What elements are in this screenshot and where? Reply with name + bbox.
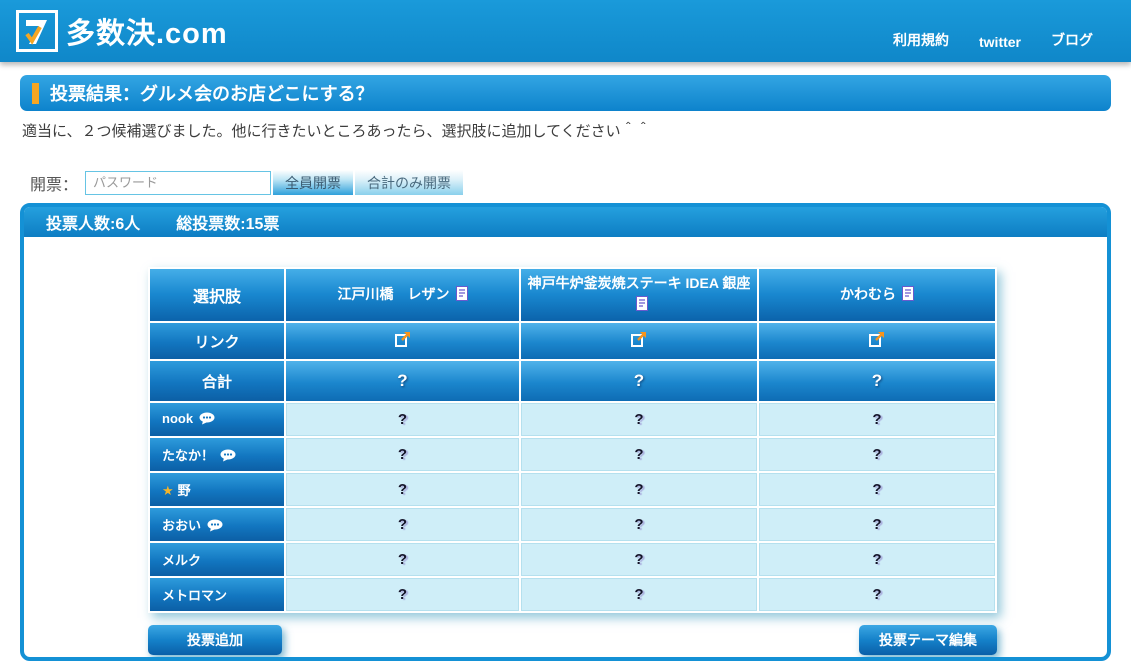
voter-row: おおい ? ? ?	[150, 508, 995, 541]
voter-name-cell: メルク	[150, 543, 284, 576]
comment-bubble-icon[interactable]	[220, 450, 237, 465]
memo-icon[interactable]	[456, 288, 468, 304]
open-total-only-button[interactable]: 合計のみ開票	[355, 170, 463, 195]
comment-bubble-icon[interactable]	[207, 520, 224, 535]
choices-corner-header: 選択肢	[150, 269, 284, 321]
voter-name-cell: メトロマン	[150, 578, 284, 611]
vote-value: ?	[398, 551, 407, 568]
voter-name-cell: nook	[150, 403, 284, 436]
vote-value: ?	[872, 516, 881, 533]
title-accent-bar	[32, 83, 39, 104]
logo-check-icon	[16, 10, 58, 52]
site-logo[interactable]: 多数決.com	[0, 0, 228, 62]
vote-value: ?	[872, 446, 881, 463]
total-value: ?	[397, 371, 407, 390]
external-link-icon[interactable]	[394, 330, 412, 353]
panel-header: 投票人数:6人 総投票数:15票	[24, 207, 1107, 237]
vote-value: ?	[398, 586, 407, 603]
nav-twitter-link[interactable]: twitter	[979, 34, 1021, 50]
total-votes: 総投票数:15票	[176, 210, 279, 234]
password-input[interactable]	[85, 171, 271, 195]
vote-value: ?	[634, 516, 643, 533]
vote-value: ?	[634, 551, 643, 568]
site-title: 多数決.com	[66, 10, 228, 52]
external-link-icon[interactable]	[868, 330, 886, 353]
choice-header-2: 神戸牛炉釜炭焼ステーキ IDEA 銀座	[521, 269, 757, 321]
choice-header-3: かわむら	[759, 269, 995, 321]
memo-icon[interactable]	[902, 288, 914, 304]
voter-row: メルク ? ? ?	[150, 543, 995, 576]
edit-theme-button[interactable]: 投票テーマ編集	[859, 625, 997, 655]
memo-icon[interactable]	[636, 298, 648, 314]
vote-value: ?	[634, 446, 643, 463]
page-title-bar: 投票結果：グルメ会のお店どこにする？	[20, 75, 1111, 111]
poll-description: 適当に、２つ候補選びました。他に行きたいところあったら、選択肢に追加してください…	[22, 120, 1131, 141]
results-panel: 投票人数:6人 総投票数:15票 選択肢 江戸川橋 レザン 神戸牛炉釜炭焼ステー…	[20, 203, 1111, 661]
voter-row: ★野 ? ? ?	[150, 473, 995, 506]
vote-value: ?	[398, 516, 407, 533]
voter-row: たなか！ ? ? ?	[150, 438, 995, 471]
vote-value: ?	[398, 411, 407, 428]
actions-row: 投票追加 投票テーマ編集	[148, 625, 997, 655]
table-header-row: 選択肢 江戸川橋 レザン 神戸牛炉釜炭焼ステーキ IDEA 銀座 かわむら	[150, 269, 995, 321]
open-votes-row: 開票： 全員開票 合計のみ開票	[30, 170, 1131, 195]
vote-value: ?	[872, 586, 881, 603]
link-row-header: リンク	[150, 323, 284, 359]
total-row-header: 合計	[150, 361, 284, 401]
add-vote-button[interactable]: 投票追加	[148, 625, 282, 655]
vote-value: ?	[398, 446, 407, 463]
voter-row: メトロマン ? ? ?	[150, 578, 995, 611]
page-title: 投票結果：グルメ会のお店どこにする？	[50, 80, 374, 106]
top-header-bar: 多数決.com 利用規約 twitter ブログ	[0, 0, 1131, 62]
voters-count: 投票人数:6人	[46, 210, 140, 234]
open-all-button[interactable]: 全員開票	[273, 170, 353, 195]
total-value: ?	[634, 371, 644, 390]
vote-value: ?	[872, 481, 881, 498]
total-row: 合計 ? ? ?	[150, 361, 995, 401]
vote-value: ?	[634, 411, 643, 428]
voter-name-cell: たなか！	[150, 438, 284, 471]
nav-blog-link[interactable]: ブログ	[1051, 30, 1093, 50]
choice-header-1: 江戸川橋 レザン	[286, 269, 519, 321]
vote-value: ?	[634, 481, 643, 498]
voter-row: nook ? ? ?	[150, 403, 995, 436]
total-value: ?	[872, 371, 882, 390]
external-link-icon[interactable]	[630, 330, 648, 353]
vote-value: ?	[634, 586, 643, 603]
results-table: 選択肢 江戸川橋 レザン 神戸牛炉釜炭焼ステーキ IDEA 銀座 かわむら リン…	[148, 267, 997, 613]
voter-name-cell: おおい	[150, 508, 284, 541]
vote-value: ?	[398, 481, 407, 498]
nav-terms-link[interactable]: 利用規約	[893, 30, 949, 50]
link-row: リンク	[150, 323, 995, 359]
open-votes-label: 開票：	[30, 171, 78, 195]
star-icon: ★	[162, 483, 174, 498]
top-navigation: 利用規約 twitter ブログ	[893, 0, 1131, 62]
vote-value: ?	[872, 551, 881, 568]
voter-name-cell: ★野	[150, 473, 284, 506]
vote-value: ?	[872, 411, 881, 428]
comment-bubble-icon[interactable]	[199, 413, 216, 428]
